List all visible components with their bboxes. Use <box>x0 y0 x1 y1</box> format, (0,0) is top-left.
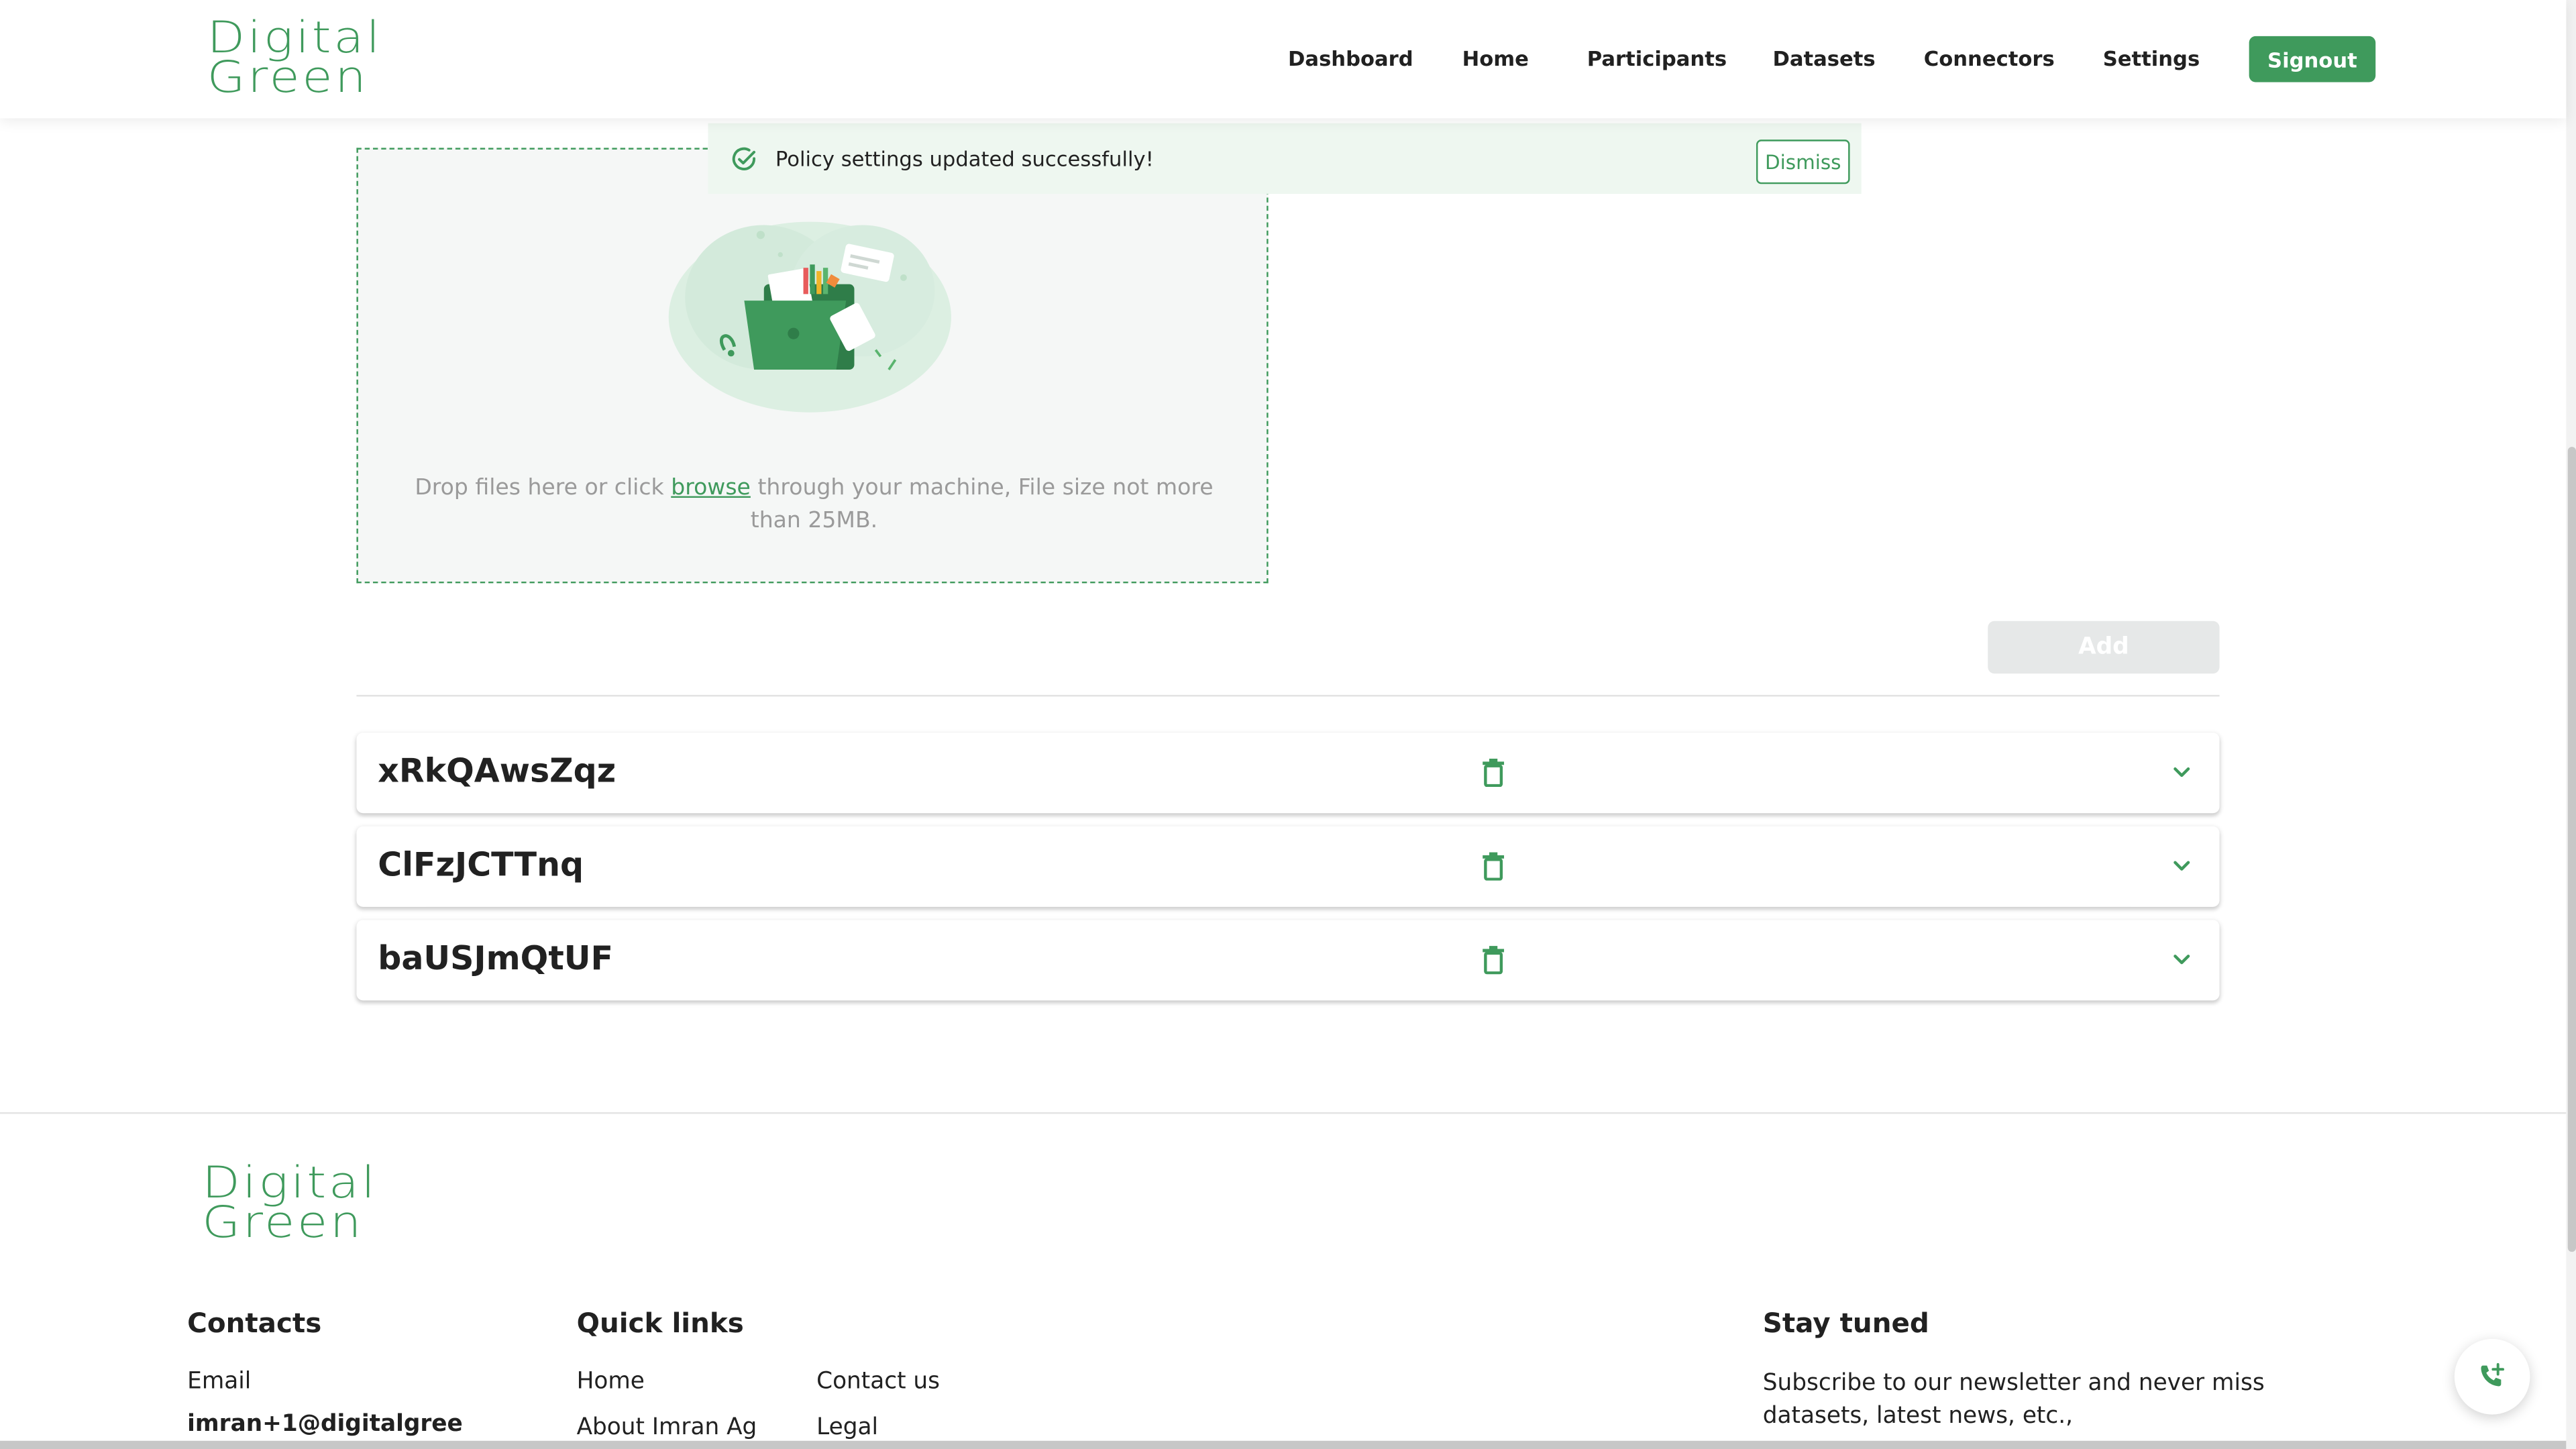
email-label: Email <box>187 1368 252 1395</box>
chevron-down-icon[interactable] <box>2170 948 2193 971</box>
footer-link-home[interactable]: Home <box>577 1368 645 1395</box>
dismiss-button[interactable]: Dismiss <box>1756 140 1850 184</box>
trash-icon[interactable] <box>1482 945 1505 975</box>
dropzone-hint: Drop files here or click browse through … <box>407 473 1220 537</box>
policy-accordion[interactable]: xRkQAwsZqz <box>356 733 2220 814</box>
success-toast: Policy settings updated successfully! Di… <box>708 123 1862 194</box>
newsletter-text: Subscribe to our newsletter and never mi… <box>1762 1370 2265 1430</box>
policy-accordion[interactable]: baUSJmQtUF <box>356 920 2220 1001</box>
footer-link-legal[interactable]: Legal <box>816 1415 878 1441</box>
browse-link[interactable]: browse <box>671 475 751 501</box>
toast-message: Policy settings updated successfully! <box>775 146 1154 171</box>
dropzone-hint-after: through your machine, File size not more… <box>750 474 1214 533</box>
chevron-down-icon[interactable] <box>2170 854 2193 877</box>
horizontal-scrollbar[interactable] <box>0 1440 2567 1449</box>
footer-link-contact-us[interactable]: Contact us <box>816 1368 940 1395</box>
nav-datasets[interactable]: Datasets <box>1772 46 1875 71</box>
add-button[interactable]: Add <box>1988 621 2220 674</box>
logo-line-1: Digital <box>202 1158 378 1210</box>
nav-participants[interactable]: Participants <box>1587 46 1727 71</box>
policy-accordion[interactable]: ClFzJCTTnq <box>356 826 2220 907</box>
header-logo[interactable]: Digital Green <box>207 13 383 104</box>
section-divider <box>356 694 2220 697</box>
email-value[interactable]: imran+1@digitalgree <box>187 1411 463 1438</box>
check-circle-icon <box>732 147 756 170</box>
quick-links-heading: Quick links <box>576 1307 744 1339</box>
signout-button[interactable]: Signout <box>2249 36 2376 83</box>
contacts-heading: Contacts <box>187 1307 322 1339</box>
contact-fab-button[interactable] <box>2454 1338 2530 1415</box>
policy-title: baUSJmQtUF <box>378 938 613 978</box>
nav-settings[interactable]: Settings <box>2103 46 2200 71</box>
logo-line-2: Green <box>202 1197 364 1249</box>
vertical-scrollbar-thumb[interactable] <box>2567 447 2576 1252</box>
top-nav: Digital Green Dashboard Home Participant… <box>0 0 2567 119</box>
nav-home[interactable]: Home <box>1462 46 1529 71</box>
trash-icon[interactable] <box>1482 757 1505 788</box>
nav-connectors[interactable]: Connectors <box>1924 46 2055 71</box>
policy-title: ClFzJCTTnq <box>378 844 584 884</box>
logo-line-2: Green <box>207 52 369 104</box>
stay-tuned-heading: Stay tuned <box>1762 1307 1929 1339</box>
chevron-down-icon[interactable] <box>2170 761 2193 784</box>
file-dropzone[interactable]: Drop files here or click browse through … <box>356 148 1269 584</box>
folder-illustration <box>668 221 951 413</box>
nav-dashboard[interactable]: Dashboard <box>1288 46 1413 71</box>
footer-divider <box>0 1112 2567 1114</box>
page: Digital Green Dashboard Home Participant… <box>0 0 2576 1449</box>
footer-link-about[interactable]: About Imran Ag <box>577 1415 757 1441</box>
dropzone-hint-before: Drop files here or click <box>415 474 664 501</box>
trash-icon[interactable] <box>1482 851 1505 881</box>
footer-logo: Digital Green <box>202 1158 378 1249</box>
logo-line-1: Digital <box>207 13 383 64</box>
policy-title: xRkQAwsZqz <box>378 751 616 790</box>
phone-add-icon <box>2481 1362 2504 1387</box>
